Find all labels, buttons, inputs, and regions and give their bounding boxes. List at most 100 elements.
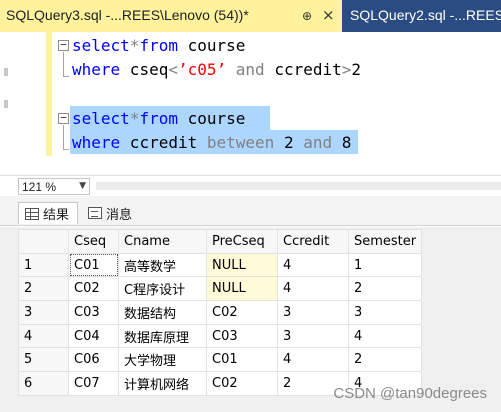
cell-ccredit[interactable]: 4 — [277, 347, 349, 373]
collapse-icon[interactable]: − — [58, 112, 69, 124]
change-indicator-bar — [46, 32, 52, 156]
outline-guide — [63, 149, 69, 150]
tab-sqlquery3[interactable]: SQLQuery3.sql -...REES\Lenovo (54))* ⊕ × — [0, 0, 342, 32]
cell-semester[interactable]: 4 — [347, 323, 423, 349]
code-line-5[interactable]: where ccredit between 2 and 8 — [72, 133, 351, 152]
table-row[interactable]: 2 C02 C程序设计 NULL 4 2 — [18, 276, 423, 302]
cell-precseq[interactable]: NULL — [206, 252, 278, 278]
cell-semester[interactable]: 3 — [347, 300, 423, 325]
column-header-semester[interactable]: Semester — [347, 229, 423, 254]
document-tab-strip: SQLQuery3.sql -...REES\Lenovo (54))* ⊕ ×… — [0, 0, 501, 32]
tab-sqlquery2[interactable]: SQLQuery2.sql -...REES\Le — [346, 0, 501, 32]
column-header-cname[interactable]: Cname — [118, 229, 207, 254]
number-literal: 2 — [351, 60, 362, 79]
table-row[interactable]: 4 C04 数据库原理 C03 3 4 — [18, 323, 423, 349]
keyword-select: select — [72, 109, 130, 128]
column-header-precseq[interactable]: PreCseq — [206, 229, 278, 254]
results-tab-strip: 结果 消息 — [0, 196, 501, 226]
column-header-cseq[interactable]: Cseq — [68, 229, 119, 254]
margin-marker — [4, 68, 8, 76]
row-number[interactable]: 1 — [18, 252, 69, 278]
cell-precseq[interactable]: C01 — [206, 347, 278, 373]
editor-margin — [0, 32, 42, 175]
table-name: course — [177, 109, 246, 128]
number-literal: 8 — [332, 133, 352, 152]
cell-ccredit[interactable]: 3 — [277, 323, 349, 349]
cell-semester[interactable]: 2 — [347, 276, 423, 302]
cell-cseq[interactable]: C02 — [68, 276, 119, 302]
query-editor[interactable]: − − select*from course where cseq<’c05’ … — [0, 32, 501, 175]
zoom-dropdown[interactable]: 121 % ▼ — [18, 178, 90, 195]
row-number[interactable]: 2 — [18, 276, 69, 302]
cell-precseq[interactable]: C03 — [206, 323, 278, 349]
number-literal: 2 — [274, 133, 304, 152]
header-row: Cseq Cname PreCseq Ccredit Semester — [18, 229, 423, 254]
keyword-select: select — [72, 36, 130, 55]
results-grid-area: Cseq Cname PreCseq Ccredit Semester 1 C0… — [0, 227, 501, 412]
keyword-where: where — [72, 133, 121, 152]
message-icon — [88, 207, 102, 219]
code-line-1[interactable]: select*from course — [72, 36, 245, 55]
row-number[interactable]: 3 — [18, 300, 69, 325]
cell-cname[interactable]: 数据结构 — [118, 300, 207, 325]
outline-guide — [63, 125, 64, 149]
cell-ccredit[interactable]: 3 — [277, 300, 349, 325]
table-row[interactable]: 3 C03 数据结构 C02 3 3 — [18, 300, 423, 325]
chevron-down-icon: ▼ — [79, 181, 86, 191]
keyword-where: where — [72, 60, 121, 79]
cell-cseq[interactable]: C01 — [68, 252, 119, 278]
cell-cseq[interactable]: C06 — [68, 347, 119, 373]
close-icon[interactable]: × — [322, 6, 335, 24]
keyword-between: between — [206, 133, 275, 152]
cell-semester[interactable]: 2 — [347, 347, 423, 373]
table-row[interactable]: 5 C06 大学物理 C01 4 2 — [18, 347, 423, 373]
row-number[interactable]: 6 — [18, 371, 69, 396]
cell-ccredit[interactable]: 4 — [277, 252, 349, 278]
cell-semester[interactable]: 1 — [347, 252, 423, 278]
keyword-and: and — [226, 60, 275, 79]
code-line-2[interactable]: where cseq<’c05’ and ccredit>2 — [72, 60, 361, 79]
row-number[interactable]: 5 — [18, 347, 69, 373]
row-number[interactable]: 4 — [18, 323, 69, 349]
cell-precseq[interactable]: C02 — [206, 371, 278, 396]
grid-icon — [25, 207, 39, 220]
cell-precseq[interactable]: C02 — [206, 300, 278, 325]
table-row[interactable]: 1 C01 高等数学 NULL 4 1 — [18, 252, 423, 278]
cell-cname[interactable]: 数据库原理 — [118, 323, 207, 349]
column-cseq: cseq — [120, 60, 169, 79]
editor-status-bar: 121 % ▼ — [0, 175, 501, 195]
cell-cname[interactable]: C程序设计 — [118, 276, 207, 302]
cell-precseq[interactable]: NULL — [206, 276, 278, 302]
zoom-value: 121 % — [22, 180, 57, 194]
tab-results[interactable]: 结果 — [18, 202, 78, 224]
tab-results-label: 结果 — [43, 208, 70, 223]
keyword-from: from — [139, 109, 178, 128]
cell-cseq[interactable]: C03 — [68, 300, 119, 325]
tab-sqlquery3-title: SQLQuery3.sql -...REES\Lenovo (54))* — [6, 7, 249, 23]
tab-messages[interactable]: 消息 — [84, 202, 144, 224]
collapse-icon[interactable]: − — [58, 39, 69, 51]
cell-cname[interactable]: 大学物理 — [118, 347, 207, 373]
operator-star: * — [129, 36, 140, 55]
cell-cname[interactable]: 高等数学 — [118, 252, 207, 278]
margin-marker — [4, 100, 8, 108]
table-name: course — [177, 36, 246, 55]
column-ccredit: ccredit — [274, 60, 342, 79]
outline-guide — [63, 76, 69, 77]
operator-star: * — [129, 109, 140, 128]
results-grid[interactable]: Cseq Cname PreCseq Ccredit Semester 1 C0… — [18, 229, 423, 396]
tab-sqlquery2-title: SQLQuery2.sql -...REES\Le — [350, 7, 501, 23]
cell-cname[interactable]: 计算机网络 — [118, 371, 207, 396]
operator-lt: < — [168, 60, 178, 79]
operator-gt: > — [341, 60, 352, 79]
horizontal-scrollbar[interactable] — [96, 182, 501, 190]
row-header-corner[interactable] — [18, 229, 69, 254]
code-line-4[interactable]: select*from course — [72, 109, 245, 128]
cell-ccredit[interactable]: 4 — [277, 276, 349, 302]
watermark: CSDN @tan90degrees — [333, 385, 487, 402]
cell-cseq[interactable]: C04 — [68, 323, 119, 349]
column-header-ccredit[interactable]: Ccredit — [277, 229, 349, 254]
outline-guide — [63, 52, 64, 76]
pin-icon[interactable]: ⊕ — [302, 9, 312, 23]
cell-cseq[interactable]: C07 — [68, 371, 119, 396]
